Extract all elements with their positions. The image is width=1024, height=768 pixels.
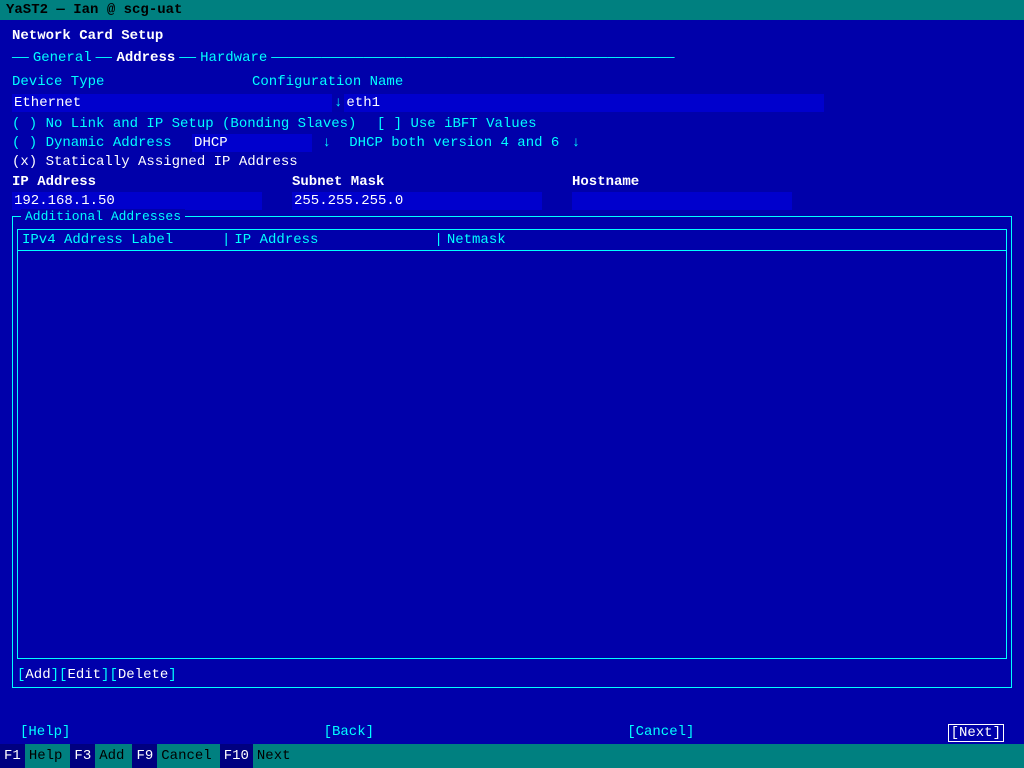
edit-button[interactable]: [Edit] xyxy=(59,667,109,683)
addr-col-ip: IP Address xyxy=(234,232,434,248)
fkey-f10-num: F10 xyxy=(220,744,253,768)
delete-button[interactable]: [Delete] xyxy=(109,667,176,683)
tab-general[interactable]: General xyxy=(29,50,96,66)
device-type-input[interactable] xyxy=(12,94,332,112)
additional-addresses-label: Additional Addresses xyxy=(21,209,185,224)
tab-address[interactable]: Address xyxy=(112,50,179,66)
address-table-body xyxy=(18,251,1006,651)
config-name-input[interactable] xyxy=(344,94,824,112)
tab-bar: —— General —— Address —— Hardware ——————… xyxy=(12,50,1012,66)
hostname-input[interactable] xyxy=(572,192,792,210)
fkey-f9[interactable]: F9 Cancel xyxy=(132,744,219,768)
config-name-label: Configuration Name xyxy=(252,74,403,90)
addr-col-label: IPv4 Address Label xyxy=(22,232,222,248)
cancel-button[interactable]: [Cancel] xyxy=(627,724,694,742)
fkey-f9-num: F9 xyxy=(132,744,157,768)
fkey-f1-num: F1 xyxy=(0,744,25,768)
fkey-f3-label: Add xyxy=(95,744,132,768)
dhcp-version-label: DHCP both version 4 and 6 xyxy=(349,135,559,151)
add-button[interactable]: [Add] xyxy=(17,667,59,683)
fkey-f1-label: Help xyxy=(25,744,71,768)
title-bar: YaST2 — Ian @ scg-uat xyxy=(0,0,1024,20)
radio-static-row: (x) Statically Assigned IP Address xyxy=(12,154,1012,170)
ibft-checkbox[interactable]: [ ] Use iBFT Values xyxy=(377,116,537,132)
fkey-f10-label: Next xyxy=(253,744,299,768)
radio-no-link-row: ( ) No Link and IP Setup (Bonding Slaves… xyxy=(12,116,1012,132)
ip-headers: IP Address Subnet Mask Hostname xyxy=(12,174,1012,190)
fkey-f3[interactable]: F3 Add xyxy=(70,744,132,768)
tab-hardware[interactable]: Hardware xyxy=(196,50,271,66)
radio-no-link[interactable]: ( ) No Link and IP Setup (Bonding Slaves… xyxy=(12,116,356,132)
device-config-row: Device Type Configuration Name xyxy=(12,74,1012,90)
main-content: Network Card Setup —— General —— Address… xyxy=(0,20,1024,714)
action-buttons: [Add] [Edit] [Delete] xyxy=(17,667,1007,683)
tab-separator1: —— xyxy=(96,50,113,66)
address-table: IPv4 Address Label | IP Address | Netmas… xyxy=(17,229,1007,659)
address-table-header: IPv4 Address Label | IP Address | Netmas… xyxy=(18,230,1006,251)
ip-values xyxy=(12,192,1012,210)
subnet-mask-input[interactable] xyxy=(292,192,542,210)
next-button[interactable]: [Next] xyxy=(948,724,1004,742)
radio-dynamic-row: ( ) Dynamic Address ↓ DHCP both version … xyxy=(12,134,1012,152)
dhcp-dropdown[interactable] xyxy=(192,134,312,152)
hostname-header: Hostname xyxy=(572,174,1012,190)
radio-dynamic[interactable]: ( ) Dynamic Address xyxy=(12,135,172,151)
fkey-bar: F1 Help F3 Add F9 Cancel F10 Next xyxy=(0,744,1024,768)
fkey-f10[interactable]: F10 Next xyxy=(220,744,299,768)
ip-address-input[interactable] xyxy=(12,192,262,210)
device-input-row: ↓ xyxy=(12,94,1012,112)
subnet-mask-header: Subnet Mask xyxy=(292,174,572,190)
fkey-f3-num: F3 xyxy=(70,744,95,768)
fkey-f9-label: Cancel xyxy=(157,744,219,768)
addr-col-netmask: Netmask xyxy=(447,232,1002,248)
radio-static[interactable]: (x) Statically Assigned IP Address xyxy=(12,154,298,170)
ip-address-header: IP Address xyxy=(12,174,292,190)
additional-addresses-box: Additional Addresses IPv4 Address Label … xyxy=(12,216,1012,688)
page-title: Network Card Setup xyxy=(12,28,1012,44)
title-text: YaST2 — Ian @ scg-uat xyxy=(6,2,182,18)
back-button[interactable]: [Back] xyxy=(324,724,374,742)
tab-separator2: —— xyxy=(179,50,196,66)
fkey-f1[interactable]: F1 Help xyxy=(0,744,70,768)
tab-border-right: ————————————————————————————————————————… xyxy=(271,50,1012,66)
device-type-label: Device Type xyxy=(12,74,172,90)
bottom-nav: [Help] [Back] [Cancel] [Next] xyxy=(0,722,1024,744)
help-button[interactable]: [Help] xyxy=(20,724,70,742)
tab-border-left: —— xyxy=(12,50,29,66)
